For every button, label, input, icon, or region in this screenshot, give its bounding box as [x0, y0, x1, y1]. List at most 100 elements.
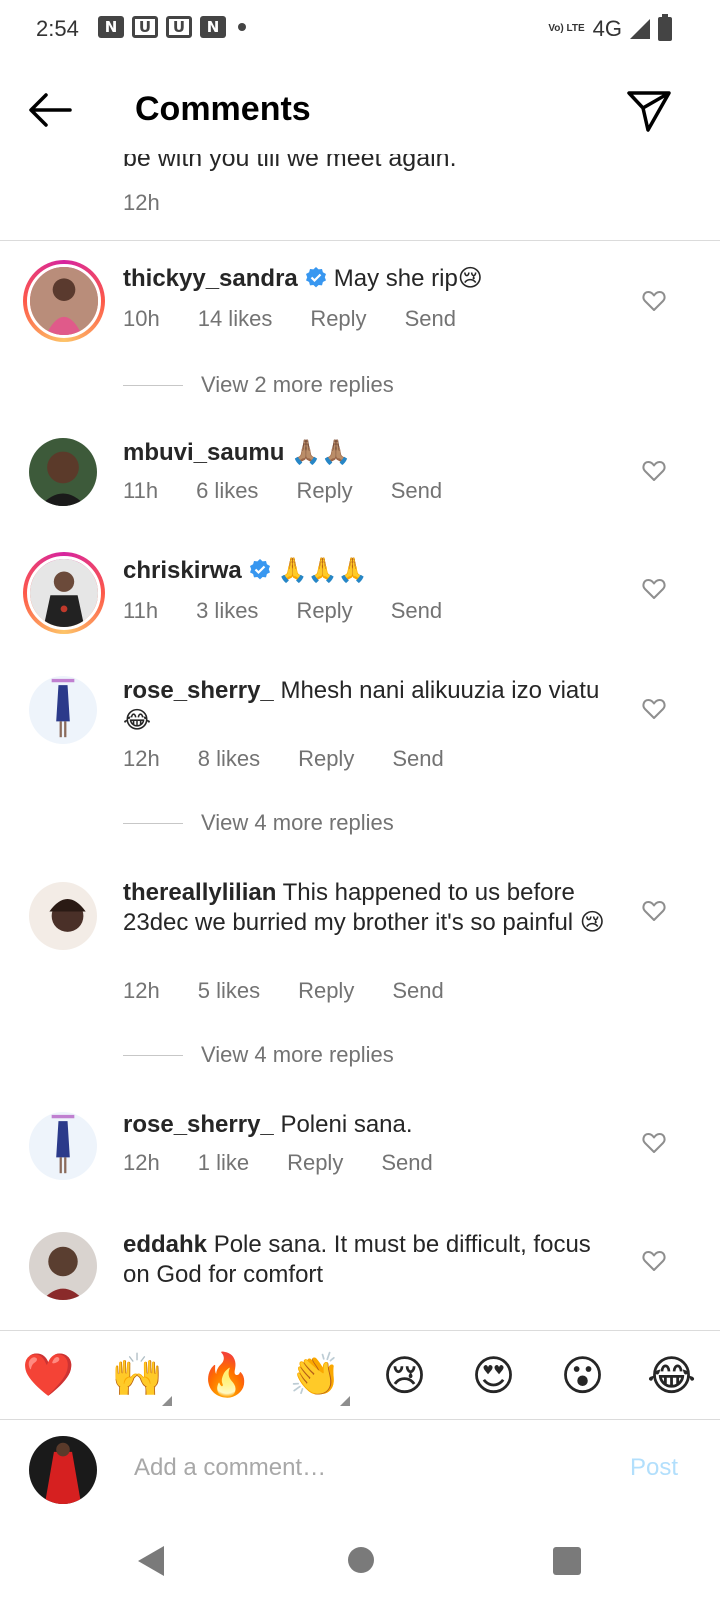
comment-body: Poleni sana. [280, 1111, 413, 1138]
comment-body: May she rip😢 [333, 265, 483, 292]
notification-app-icon: U [132, 16, 158, 38]
reply-button[interactable]: Reply [287, 1150, 343, 1176]
comment-text: chriskirwa 🙏🙏🙏 [123, 556, 623, 586]
comment-likes[interactable]: 6 likes [196, 478, 258, 504]
comment-meta: 11h 3 likes Reply Send [123, 598, 480, 624]
heart-icon[interactable] [642, 1132, 666, 1154]
comment-time: 12h [123, 978, 160, 1003]
add-comment-input[interactable] [134, 1446, 594, 1490]
reaction-clap-glyph: 👏 [289, 1350, 342, 1399]
send-button[interactable]: Send [381, 1150, 432, 1176]
send-button[interactable]: Send [405, 306, 456, 332]
direct-share-icon[interactable] [626, 88, 672, 134]
comment-text: rose_sherry_ Poleni sana. [123, 1110, 623, 1140]
more-notifications-dot-icon [238, 23, 246, 31]
battery-icon [658, 14, 672, 41]
view-more-replies-button[interactable]: View 2 more replies [123, 372, 394, 398]
avatar[interactable] [29, 1112, 97, 1180]
status-time: 2:54 [36, 16, 79, 41]
verified-badge-icon [305, 267, 326, 288]
reply-button[interactable]: Reply [298, 978, 354, 1004]
avatar[interactable] [23, 552, 105, 634]
volte-icon: Vo) LTE [548, 23, 585, 34]
heart-icon[interactable] [642, 1250, 666, 1272]
reaction-crying[interactable]: 😢 [375, 1351, 435, 1400]
status-bar: 2:54 N U U N Vo) LTE 4G [0, 0, 720, 64]
reaction-surprised[interactable]: 😮 [553, 1351, 613, 1400]
nav-recents-icon[interactable] [553, 1547, 581, 1575]
view-more-replies-button[interactable]: View 4 more replies [123, 810, 394, 836]
post-button[interactable]: Post [630, 1454, 678, 1482]
reaction-fire[interactable]: 🔥 [197, 1350, 257, 1400]
avatar[interactable] [29, 882, 97, 950]
comment-meta: 12h 8 likes Reply Send [123, 746, 482, 772]
send-button[interactable]: Send [392, 746, 443, 772]
heart-icon[interactable] [642, 698, 666, 720]
avatar[interactable] [29, 1232, 97, 1300]
caption-text: be with you till we meet again. [123, 154, 457, 172]
view-replies-label: View 4 more replies [201, 810, 394, 835]
view-replies-label: View 4 more replies [201, 1042, 394, 1067]
comment-likes[interactable]: 1 like [198, 1150, 249, 1176]
reply-button[interactable]: Reply [296, 598, 352, 624]
heart-icon[interactable] [642, 460, 666, 482]
comment-username[interactable]: thereallylilian [123, 879, 276, 906]
comment-username[interactable]: thickyy_sandra [123, 265, 298, 292]
heart-icon[interactable] [642, 290, 666, 312]
comment-likes[interactable]: 14 likes [198, 306, 273, 332]
skin-tone-corner-icon [339, 1396, 350, 1406]
comments-list[interactable]: be with you till we meet again. 12h thic… [0, 154, 720, 1330]
comment-username[interactable]: eddahk [123, 1231, 207, 1258]
quick-reactions-bar: ❤️ 🙌 🔥 👏 😢 😍 😮 😂 [0, 1330, 720, 1420]
status-system-icons: Vo) LTE 4G [548, 14, 672, 42]
avatar[interactable] [29, 676, 97, 744]
reaction-heart[interactable]: ❤️ [19, 1350, 79, 1400]
back-arrow-icon[interactable] [26, 90, 74, 130]
comment-likes[interactable]: 3 likes [196, 598, 258, 624]
replies-line [123, 822, 183, 824]
comment-text: eddahk Pole sana. It must be difficult, … [123, 1230, 623, 1290]
system-nav-bar [0, 1520, 720, 1600]
avatar[interactable] [29, 438, 97, 506]
send-button[interactable]: Send [391, 478, 442, 504]
heart-icon[interactable] [642, 578, 666, 600]
comment-text: thereallylilian This happened to us befo… [123, 878, 623, 938]
caption-time: 12h [123, 190, 160, 215]
notification-app-icon: U [166, 16, 192, 38]
notification-app-icon: N [98, 16, 124, 38]
replies-line [123, 384, 183, 386]
reply-button[interactable]: Reply [298, 746, 354, 772]
reaction-heart-eyes[interactable]: 😍 [464, 1351, 524, 1400]
comment-username[interactable]: chriskirwa [123, 557, 242, 584]
comment-composer: Post [0, 1420, 720, 1520]
nav-home-icon[interactable] [348, 1547, 374, 1573]
send-button[interactable]: Send [391, 598, 442, 624]
nav-back-icon[interactable] [138, 1546, 164, 1576]
current-user-avatar [29, 1436, 97, 1504]
heart-icon[interactable] [642, 900, 666, 922]
reply-button[interactable]: Reply [310, 306, 366, 332]
comment-meta: 11h 6 likes Reply Send [123, 478, 480, 504]
send-button[interactable]: Send [392, 978, 443, 1004]
page-title: Comments [135, 90, 311, 128]
view-more-replies-button[interactable]: View 4 more replies [123, 1042, 394, 1068]
comment-likes[interactable]: 8 likes [198, 746, 260, 772]
comment-meta: 12h 1 like Reply Send [123, 1150, 471, 1176]
reaction-laughing[interactable]: 😂 [642, 1351, 702, 1400]
reaction-clap[interactable]: 👏 [286, 1350, 350, 1406]
reply-button[interactable]: Reply [296, 478, 352, 504]
comment-username[interactable]: rose_sherry_ [123, 677, 274, 704]
comment-likes[interactable]: 5 likes [198, 978, 260, 1004]
comment-time: 12h [123, 1150, 160, 1175]
replies-line [123, 1054, 183, 1056]
comment-text: rose_sherry_ Mhesh nani alikuuzia izo vi… [123, 676, 623, 736]
comment-username[interactable]: rose_sherry_ [123, 1111, 274, 1138]
comment-username[interactable]: mbuvi_saumu [123, 439, 284, 466]
avatar[interactable] [23, 260, 105, 342]
signal-icon [630, 19, 650, 39]
notification-app-icon: N [200, 16, 226, 38]
comment-meta: 12h 5 likes Reply Send [123, 978, 482, 1004]
skin-tone-corner-icon [161, 1396, 172, 1406]
reaction-raised-hands[interactable]: 🙌 [108, 1350, 172, 1406]
divider [0, 240, 720, 241]
